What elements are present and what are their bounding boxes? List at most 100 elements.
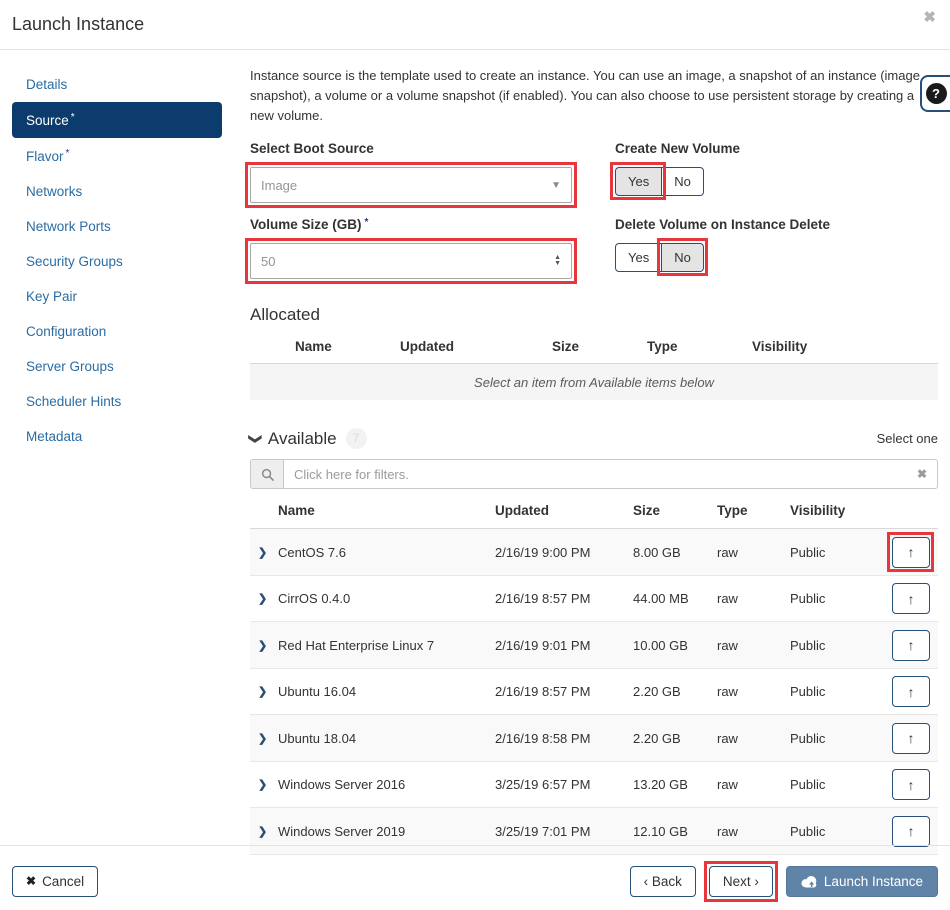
source-description: Instance source is the template used to … <box>250 66 938 126</box>
delete-volume-label: Delete Volume on Instance Delete <box>615 217 830 232</box>
image-updated: 2/16/19 8:57 PM <box>495 591 633 606</box>
image-name: CentOS 7.6 <box>278 545 495 560</box>
volume-size-input[interactable]: 50 ▲▼ <box>250 243 572 279</box>
delete-volume-yes-button[interactable]: Yes <box>615 243 662 272</box>
image-updated: 3/25/19 6:57 PM <box>495 777 633 792</box>
table-row: ❯ Ubuntu 18.04 2/16/19 8:58 PM 2.20 GB r… <box>250 715 938 762</box>
available-col-updated: Updated <box>495 503 633 518</box>
expand-chevron-icon[interactable]: ❯ <box>258 825 278 838</box>
delete-volume-no-button[interactable]: No <box>662 243 704 272</box>
create-volume-toggle: Yes No <box>615 167 704 196</box>
image-updated: 2/16/19 9:00 PM <box>495 545 633 560</box>
available-col-type: Type <box>717 503 790 518</box>
next-button[interactable]: Next › <box>709 866 773 897</box>
image-type: raw <box>717 591 790 606</box>
create-volume-no-button[interactable]: No <box>662 167 704 196</box>
sidebar-item-key-pair[interactable]: Key Pair <box>12 279 222 314</box>
filter-input[interactable] <box>284 460 917 488</box>
image-size: 10.00 GB <box>633 638 717 653</box>
boot-source-value: Image <box>261 178 297 193</box>
launch-instance-button[interactable]: Launch Instance <box>786 866 938 897</box>
filter-bar: ✖ <box>250 459 938 489</box>
select-caret-icon: ▼ <box>551 180 561 191</box>
allocated-table-header: Name Updated Size Type Visibility <box>250 335 938 364</box>
image-type: raw <box>717 545 790 560</box>
available-title: Available <box>268 429 337 449</box>
collapse-chevron-icon[interactable]: ❯ <box>247 433 263 444</box>
available-table-body: ❯ CentOS 7.6 2/16/19 9:00 PM 8.00 GB raw… <box>250 529 938 855</box>
allocate-up-arrow-button[interactable]: ↑ <box>892 630 930 661</box>
image-name: CirrOS 0.4.0 <box>278 591 495 606</box>
allocate-up-arrow-button[interactable]: ↑ <box>892 537 930 568</box>
cancel-button[interactable]: ✖ Cancel <box>12 866 98 897</box>
create-volume-label: Create New Volume <box>615 141 740 156</box>
image-type: raw <box>717 824 790 839</box>
wizard-step-nav: Details Source* Flavor* Networks Network… <box>0 66 250 855</box>
boot-source-select[interactable]: Image ▼ <box>250 167 572 203</box>
create-volume-yes-button[interactable]: Yes <box>615 167 662 196</box>
allocate-up-arrow-button[interactable]: ↑ <box>892 769 930 800</box>
allocated-empty-message: Select an item from Available items belo… <box>250 364 938 400</box>
image-visibility: Public <box>790 545 878 560</box>
help-button[interactable]: ? <box>920 75 950 112</box>
table-row: ❯ Ubuntu 16.04 2/16/19 8:57 PM 2.20 GB r… <box>250 669 938 716</box>
image-visibility: Public <box>790 731 878 746</box>
image-name: Ubuntu 16.04 <box>278 684 495 699</box>
sidebar-item-details[interactable]: Details <box>12 66 222 102</box>
sidebar-item-flavor[interactable]: Flavor* <box>12 138 222 174</box>
back-button[interactable]: ‹ Back <box>630 866 696 897</box>
image-updated: 2/16/19 8:57 PM <box>495 684 633 699</box>
sidebar-item-networks[interactable]: Networks <box>12 174 222 209</box>
image-visibility: Public <box>790 824 878 839</box>
allocated-col-visibility: Visibility <box>752 339 938 354</box>
image-type: raw <box>717 731 790 746</box>
search-icon[interactable] <box>251 460 284 488</box>
image-type: raw <box>717 684 790 699</box>
image-updated: 2/16/19 9:01 PM <box>495 638 633 653</box>
number-stepper-icon[interactable]: ▲▼ <box>554 255 561 267</box>
allocate-up-arrow-button[interactable]: ↑ <box>892 723 930 754</box>
page-title: Launch Instance <box>12 14 938 35</box>
available-headline: ❯ Available 7 Select one <box>250 428 938 449</box>
expand-chevron-icon[interactable]: ❯ <box>258 546 278 559</box>
sidebar-item-source[interactable]: Source* <box>12 102 222 138</box>
expand-chevron-icon[interactable]: ❯ <box>258 778 278 791</box>
sidebar-item-scheduler-hints[interactable]: Scheduler Hints <box>12 384 222 419</box>
image-size: 12.10 GB <box>633 824 717 839</box>
image-name: Ubuntu 18.04 <box>278 731 495 746</box>
allocate-up-arrow-button[interactable]: ↑ <box>892 816 930 847</box>
boot-source-label: Select Boot Source <box>250 141 582 156</box>
expand-chevron-icon[interactable]: ❯ <box>258 685 278 698</box>
image-name: Windows Server 2019 <box>278 824 495 839</box>
sidebar-item-configuration[interactable]: Configuration <box>12 314 222 349</box>
close-icon[interactable]: ✖ <box>923 8 936 26</box>
image-size: 44.00 MB <box>633 591 717 606</box>
image-updated: 2/16/19 8:58 PM <box>495 731 633 746</box>
expand-chevron-icon[interactable]: ❯ <box>258 592 278 605</box>
sidebar-item-metadata[interactable]: Metadata <box>12 419 222 454</box>
modal-header: Launch Instance ✖ <box>0 0 950 50</box>
allocate-up-arrow-button[interactable]: ↑ <box>892 583 930 614</box>
expand-chevron-icon[interactable]: ❯ <box>258 639 278 652</box>
sidebar-item-server-groups[interactable]: Server Groups <box>12 349 222 384</box>
allocate-up-arrow-button[interactable]: ↑ <box>892 676 930 707</box>
available-col-size: Size <box>633 503 717 518</box>
available-table-header: Name Updated Size Type Visibility <box>250 489 938 529</box>
table-row: ❯ Red Hat Enterprise Linux 7 2/16/19 9:0… <box>250 622 938 669</box>
select-one-hint: Select one <box>877 431 938 446</box>
image-updated: 3/25/19 7:01 PM <box>495 824 633 839</box>
clear-filter-icon[interactable]: ✖ <box>917 467 927 481</box>
modal-footer: ✖ Cancel ‹ Back Next › Launch Instance <box>0 845 950 910</box>
image-name: Windows Server 2016 <box>278 777 495 792</box>
image-size: 2.20 GB <box>633 684 717 699</box>
expand-chevron-icon[interactable]: ❯ <box>258 732 278 745</box>
allocated-col-updated: Updated <box>400 339 552 354</box>
allocated-col-size: Size <box>552 339 647 354</box>
volume-size-value: 50 <box>261 254 275 269</box>
cloud-upload-icon <box>801 875 818 888</box>
delete-volume-toggle: Yes No <box>615 243 704 272</box>
volume-size-label: Volume Size (GB)* <box>250 217 582 232</box>
image-visibility: Public <box>790 684 878 699</box>
sidebar-item-network-ports[interactable]: Network Ports <box>12 209 222 244</box>
sidebar-item-security-groups[interactable]: Security Groups <box>12 244 222 279</box>
